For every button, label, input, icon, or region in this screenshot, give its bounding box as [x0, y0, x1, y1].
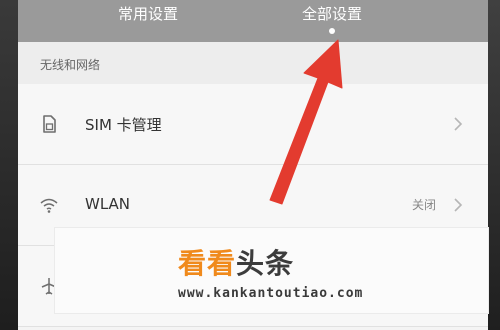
wifi-icon	[38, 194, 60, 216]
watermark-brand-part2: 头条	[236, 247, 295, 280]
settings-row-sim[interactable]: SIM 卡管理	[18, 84, 488, 165]
settings-row-label: SIM 卡管理	[85, 116, 162, 134]
watermark-brand-part1: 看看	[178, 247, 237, 280]
wlan-status-value: 关闭	[411, 198, 436, 212]
watermark-banner: 看看头条 www.kankantoutiao.com	[55, 228, 488, 313]
tab-common-settings[interactable]: 常用设置	[118, 5, 178, 35]
settings-tabbar: 常用设置 全部设置	[18, 0, 488, 42]
section-header-wireless: 无线和网络	[18, 42, 488, 84]
chevron-right-icon	[450, 195, 466, 215]
right-edge	[488, 0, 500, 330]
tab-common-settings-label: 常用设置	[118, 5, 179, 23]
watermark-logo: 看看头条	[178, 242, 294, 282]
settings-row-label: WLAN	[85, 195, 131, 213]
chevron-right-icon	[450, 114, 466, 134]
watermark-url: www.kankantoutiao.com	[178, 286, 364, 301]
tab-all-settings[interactable]: 全部设置	[302, 5, 362, 35]
tab-all-settings-label: 全部设置	[302, 5, 363, 23]
left-edge	[0, 0, 18, 330]
sim-card-icon	[38, 113, 60, 135]
section-title: 无线和网络	[40, 58, 101, 72]
active-tab-indicator	[329, 28, 335, 34]
